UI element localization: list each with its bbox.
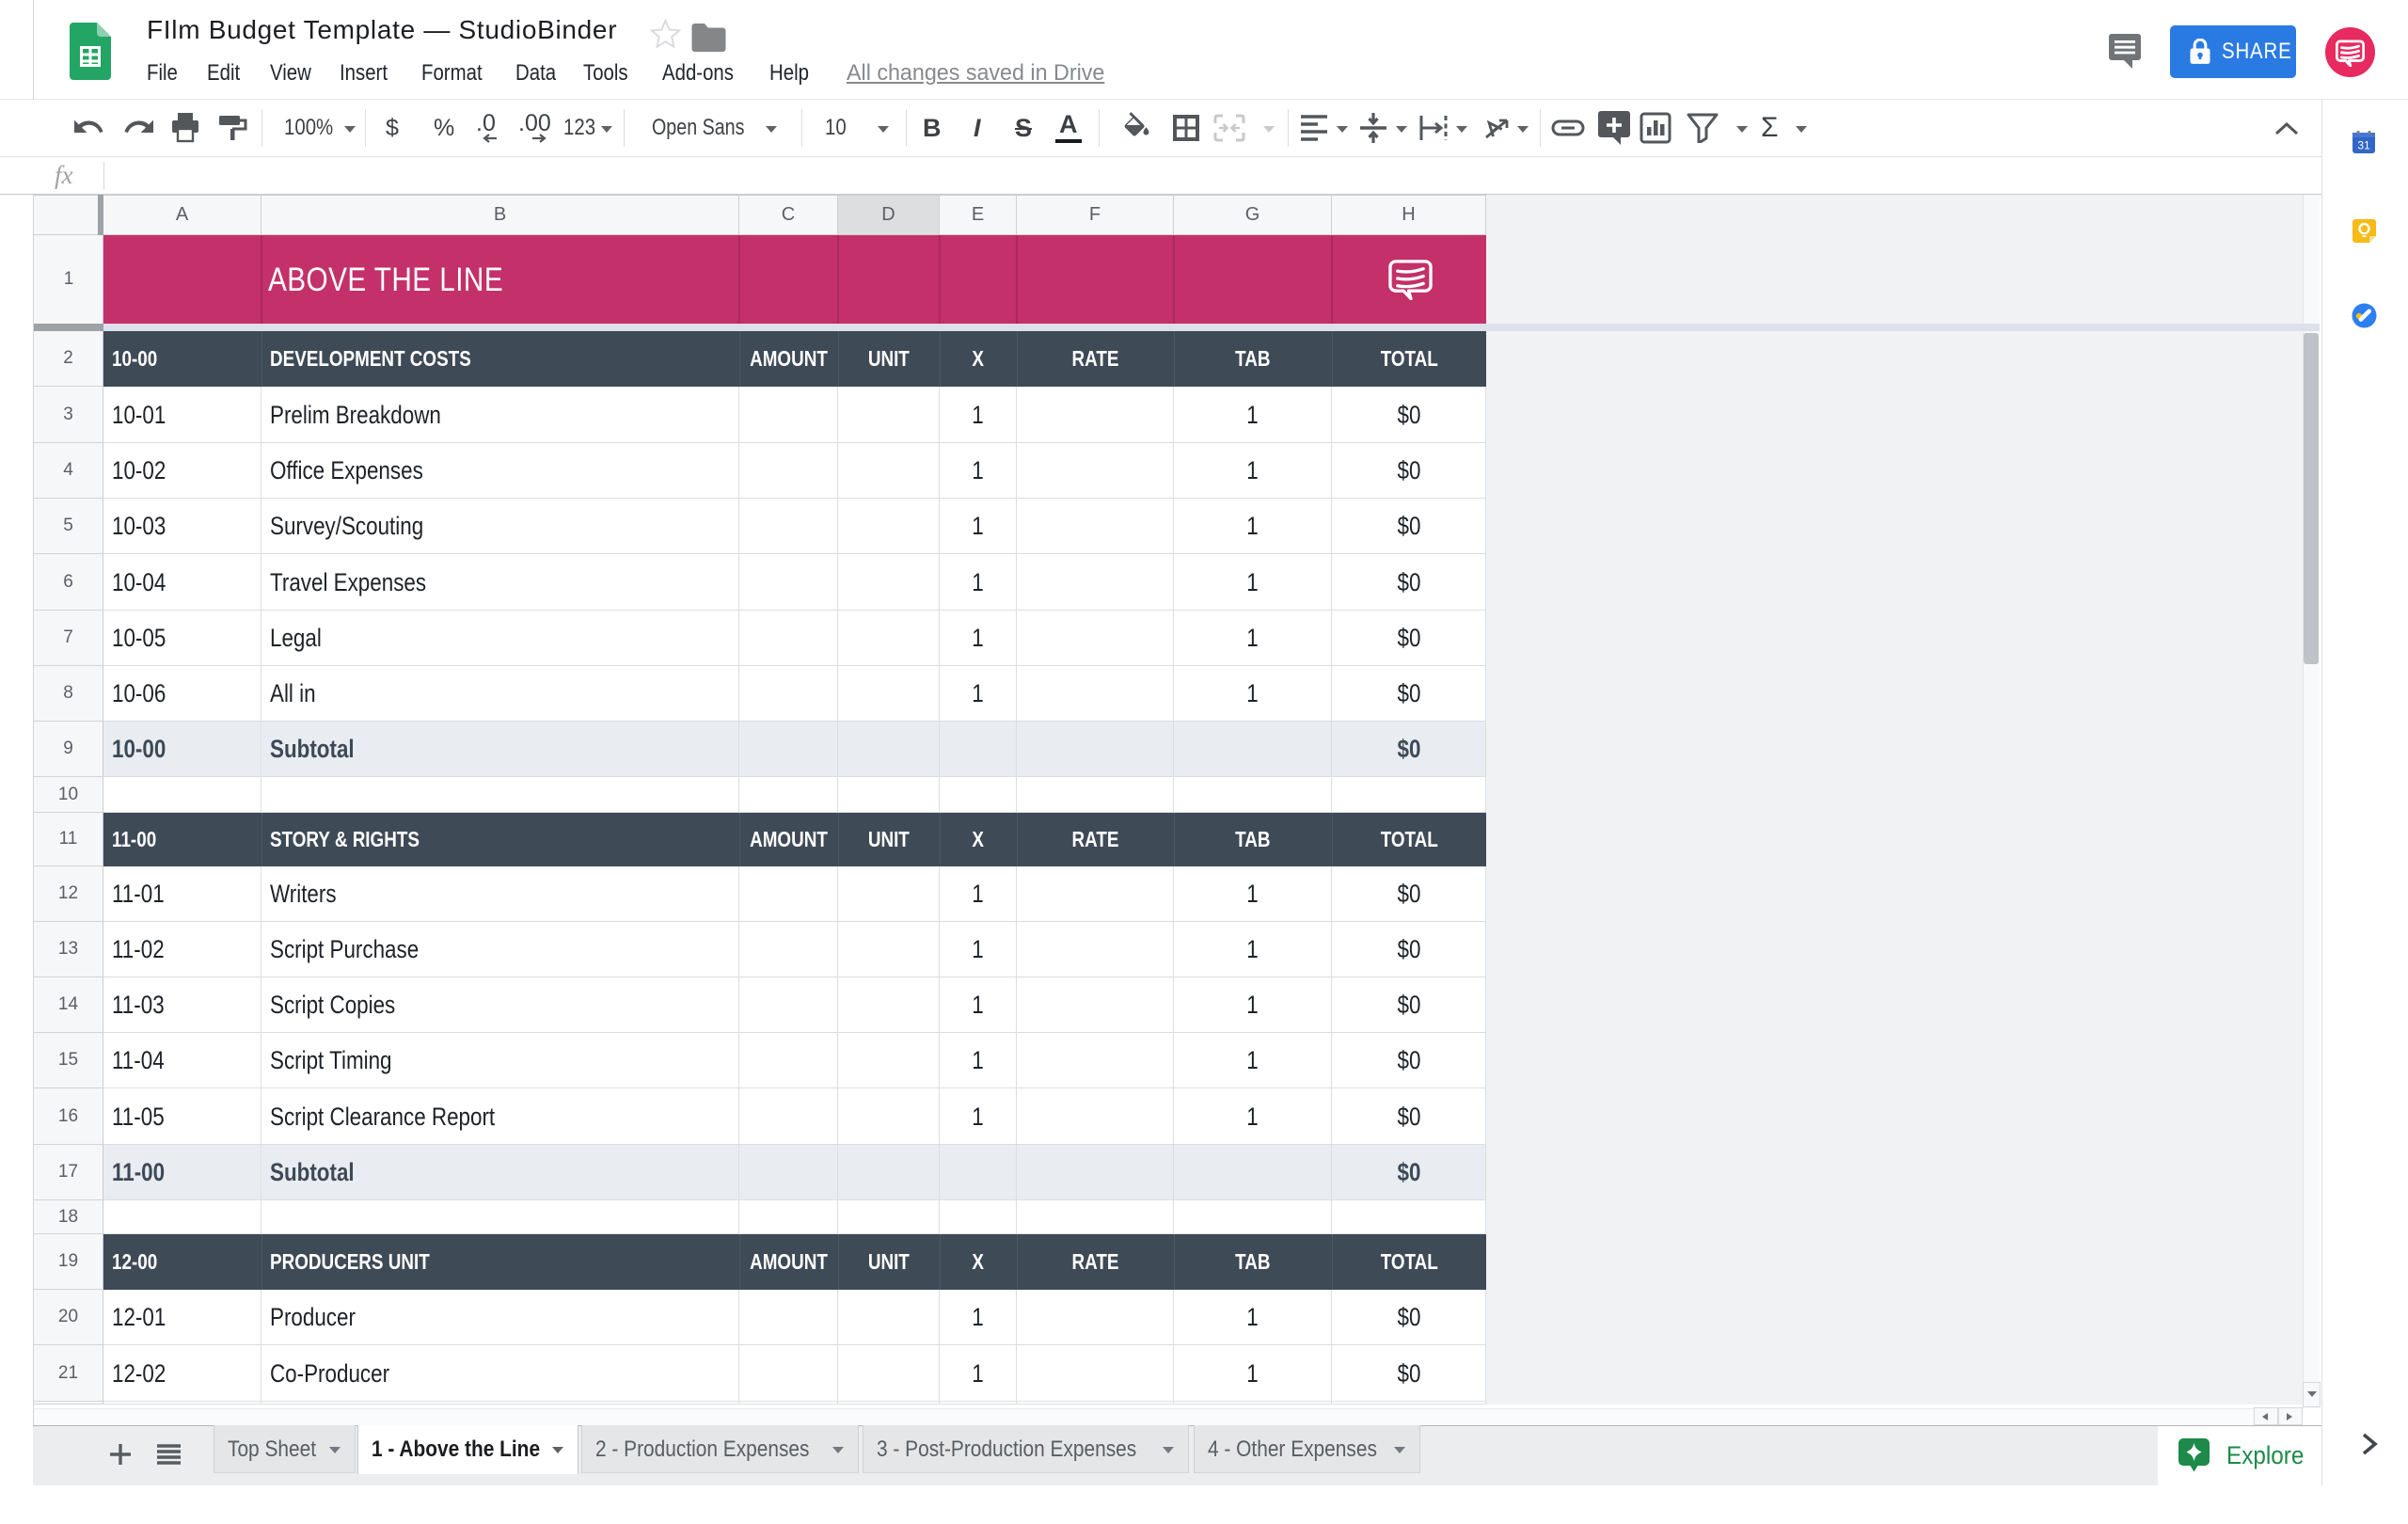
svg-text:31: 31 bbox=[2357, 139, 2370, 152]
